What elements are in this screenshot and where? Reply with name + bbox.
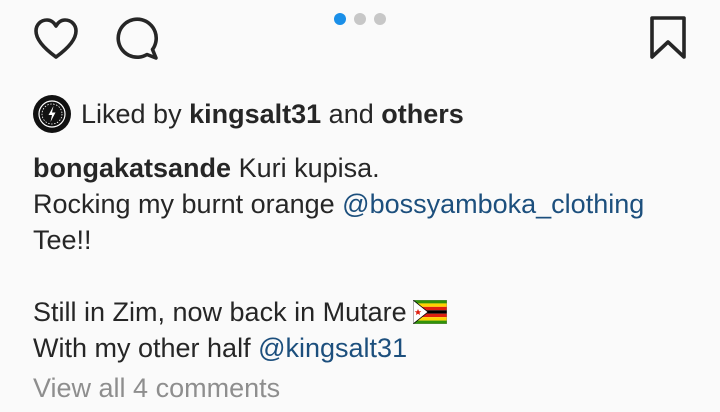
- view-all-comments-link[interactable]: View all 4 comments: [33, 373, 280, 404]
- likes-others-link[interactable]: others: [381, 99, 464, 130]
- carousel-dot[interactable]: [374, 13, 386, 25]
- caption-text: Kuri kupisa.: [238, 153, 380, 183]
- caption: bongakatsande Kuri kupisa. Rocking my bu…: [33, 150, 703, 366]
- mention-link[interactable]: @kingsalt31: [258, 333, 407, 363]
- caption-text: Tee!!: [33, 225, 92, 255]
- comment-icon[interactable]: [112, 16, 160, 62]
- likes-connector: and: [328, 98, 374, 129]
- likes-summary: Liked by kingsalt31 and others: [33, 95, 464, 133]
- heart-icon[interactable]: [32, 16, 80, 62]
- bookmark-icon[interactable]: [648, 15, 688, 61]
- post-footer: Liked by kingsalt31 and others bongakats…: [0, 0, 720, 412]
- mention-link[interactable]: @bossyamboka_clothing: [342, 189, 644, 219]
- caption-text: With my other half: [33, 333, 251, 363]
- liker-username[interactable]: kingsalt31: [189, 99, 321, 130]
- caption-text: Still in Zim, now back in Mutare: [33, 297, 407, 327]
- author-username[interactable]: bongakatsande: [33, 153, 231, 183]
- carousel-dot[interactable]: [354, 13, 366, 25]
- zimbabwe-flag-icon: [412, 297, 447, 325]
- liker-avatar[interactable]: [33, 95, 71, 133]
- carousel-dot-active[interactable]: [334, 13, 346, 25]
- likes-prefix: Liked by: [81, 98, 182, 129]
- carousel-indicator: [334, 13, 386, 25]
- caption-text: Rocking my burnt orange: [33, 189, 335, 219]
